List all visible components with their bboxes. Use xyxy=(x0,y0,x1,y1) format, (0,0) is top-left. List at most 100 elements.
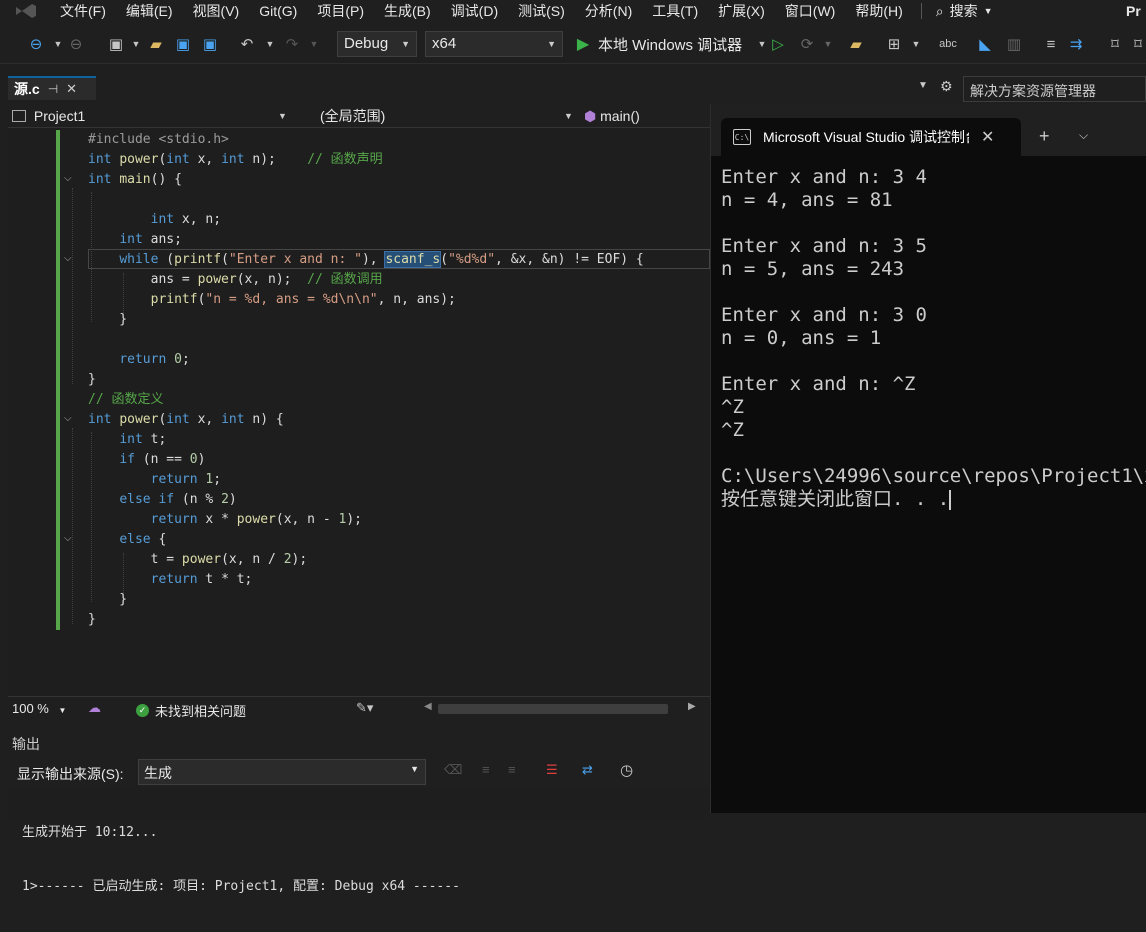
chevron-down-icon: ▼ xyxy=(58,706,67,715)
start-debugging-icon[interactable]: ▶ xyxy=(573,34,593,54)
zoom-dropdown[interactable]: 100 % ▼ xyxy=(12,701,66,716)
next-message-icon[interactable]: ≡ xyxy=(508,762,516,777)
console-output[interactable]: Enter x and n: 3 4n = 4, ans = 81 Enter x… xyxy=(721,166,1146,806)
console-line: n = 4, ans = 81 xyxy=(721,189,893,211)
platform-dropdown[interactable]: x64 ▼ xyxy=(425,31,563,57)
check-icon: ✓ xyxy=(136,704,149,717)
fold-toggle-icon[interactable]: ⌵ xyxy=(64,253,72,264)
code-editor[interactable]: ⌵ ⌵ ⌵ ⌵ #include <stdio.h> int power(int… xyxy=(8,128,710,696)
gear-icon[interactable]: ⚙ xyxy=(940,78,953,95)
spell-check-icon[interactable]: abc xyxy=(938,34,958,54)
chevron-down-icon[interactable]: ▼ xyxy=(818,34,838,54)
clear-icon[interactable]: ⌫ xyxy=(444,762,462,778)
project-dropdown[interactable]: Project1 ▼ xyxy=(8,105,288,127)
breakpoint-disabled-icon[interactable]: ▥ xyxy=(1004,34,1024,54)
menu-item[interactable]: 窗口(W) xyxy=(775,0,846,22)
fold-toggle-icon[interactable]: ⌵ xyxy=(64,173,72,184)
menu-item[interactable]: 帮助(H) xyxy=(845,0,912,22)
console-line: n = 0, ans = 1 xyxy=(721,327,882,349)
chevron-down-icon[interactable]: ▼ xyxy=(906,34,926,54)
clock-icon[interactable]: ◷ xyxy=(620,761,633,779)
new-project-icon[interactable]: ▣ xyxy=(106,34,126,54)
indent-icon[interactable]: ≡ xyxy=(1041,34,1061,54)
code-line: int power(int x, int n) { xyxy=(88,412,284,427)
console-tab-title: Microsoft Visual Studio 调试控制台 xyxy=(763,129,969,145)
output-source-dropdown[interactable]: 生成 ▼ xyxy=(138,759,426,785)
chevron-down-icon[interactable]: ▼ xyxy=(126,34,146,54)
solution-explorer-header[interactable]: 解决方案资源管理器 xyxy=(963,76,1146,102)
console-line: Enter x and n: 3 4 xyxy=(721,166,927,188)
menu-item[interactable]: 工具(T) xyxy=(642,0,708,22)
menu-item[interactable]: 分析(N) xyxy=(575,0,642,22)
tab-overflow-icon[interactable]: ▼ xyxy=(918,80,928,91)
configuration-dropdown[interactable]: Debug ▼ xyxy=(337,31,417,57)
save-icon[interactable]: ▣ xyxy=(173,34,193,54)
hot-reload-icon[interactable]: ⟳ xyxy=(797,34,817,54)
member-dropdown[interactable]: ⬢ main() xyxy=(584,105,710,127)
console-line: Enter x and n: ^Z xyxy=(721,373,916,395)
start-debugging-button[interactable]: 本地 Windows 调试器 xyxy=(598,34,742,55)
menu-item[interactable]: 文件(F) xyxy=(50,0,116,22)
scope-dropdown[interactable]: (全局范围) ▼ xyxy=(320,105,576,127)
menu-bar: 文件(F) 编辑(E) 视图(V) Git(G) 项目(P) 生成(B) 调试(D) 测试(S… xyxy=(0,0,1146,22)
project-name: Project1 xyxy=(33,108,86,124)
menu-item[interactable]: 项目(P) xyxy=(307,0,374,22)
output-source-label: 显示输出来源(S): xyxy=(17,766,124,782)
close-icon[interactable]: ✕ xyxy=(66,81,77,97)
start-without-debugging-icon[interactable]: ▷ xyxy=(768,34,788,54)
tab-label: 源.c xyxy=(14,81,40,97)
undo-icon[interactable]: ↶ xyxy=(237,34,257,54)
prev-message-icon[interactable]: ≡ xyxy=(482,762,490,777)
comment-lines-icon[interactable]: ⇉ xyxy=(1066,34,1086,54)
fold-toggle-icon[interactable]: ⌵ xyxy=(64,413,72,424)
console-line: n = 5, ans = 243 xyxy=(721,258,905,280)
fold-toggle-icon[interactable]: ⌵ xyxy=(64,533,72,544)
chevron-down-icon[interactable]: ▼ xyxy=(260,34,280,54)
code-line: // 函数定义 xyxy=(88,390,163,410)
folder-search-icon[interactable]: ▰ xyxy=(846,34,866,54)
close-icon[interactable]: ✕ xyxy=(981,127,994,147)
chevron-down-icon[interactable]: ▼ xyxy=(48,34,68,54)
menu-item[interactable]: 编辑(E) xyxy=(116,0,183,22)
menu-item[interactable]: 生成(B) xyxy=(374,0,441,22)
pin-icon[interactable]: ⊣ xyxy=(48,82,58,96)
clear-all-icon[interactable]: ☰ xyxy=(546,762,558,778)
navigate-forward-icon[interactable]: ⊖ xyxy=(66,34,86,54)
scroll-left-icon[interactable]: ◀ xyxy=(424,701,432,712)
visual-studio-logo-icon[interactable] xyxy=(14,3,38,19)
menu-item[interactable]: 视图(V) xyxy=(183,0,250,22)
redo-icon[interactable]: ↷ xyxy=(282,34,302,54)
new-tab-icon[interactable]: + xyxy=(1039,126,1050,147)
platform-value: x64 xyxy=(432,35,457,52)
horizontal-scrollbar[interactable] xyxy=(438,704,668,714)
word-wrap-icon[interactable]: ⇄ xyxy=(582,762,593,778)
scroll-right-icon[interactable]: ▶ xyxy=(688,701,696,712)
bookmark-icon[interactable]: ⌑ xyxy=(1105,34,1125,54)
code-line: #include <stdio.h> xyxy=(88,130,229,150)
profile-badge[interactable]: Pr xyxy=(1126,3,1146,19)
copilot-icon[interactable]: ☁ xyxy=(88,700,101,716)
issues-indicator[interactable]: ✓ 未找到相关问题 xyxy=(136,701,246,720)
navigate-back-icon[interactable]: ⊖ xyxy=(26,34,46,54)
menu-item[interactable]: 测试(S) xyxy=(508,0,575,22)
menu-item[interactable]: Git(G) xyxy=(249,0,307,22)
search-icon: ⌕ xyxy=(935,2,944,19)
cleanup-brush-icon[interactable]: ✎▾ xyxy=(356,700,373,716)
chevron-down-icon[interactable]: ▼ xyxy=(304,34,324,54)
console-tab[interactable]: C:\ Microsoft Visual Studio 调试控制台 ✕ xyxy=(721,118,1021,156)
menu-item[interactable]: 调试(D) xyxy=(441,0,508,22)
layout-icon[interactable]: ⊞ xyxy=(884,34,904,54)
code-line: int t; xyxy=(119,432,167,447)
open-folder-icon[interactable]: ▰ xyxy=(146,34,166,54)
breakpoint-icon[interactable]: ◣ xyxy=(975,34,995,54)
save-all-icon[interactable]: ▣ xyxy=(200,34,220,54)
search-menu[interactable]: ⌕ 搜索 ▼ xyxy=(930,1,993,21)
chevron-down-icon[interactable]: ⌵ xyxy=(1079,128,1088,143)
menu-item[interactable]: 扩展(X) xyxy=(708,0,775,22)
code-line: if (n == 0) xyxy=(119,452,206,467)
tab-source-file[interactable]: 源.c ⊣ ✕ xyxy=(8,76,96,100)
text-cursor xyxy=(949,489,952,510)
bookmark-prev-icon[interactable]: ⌑ xyxy=(1128,34,1146,54)
